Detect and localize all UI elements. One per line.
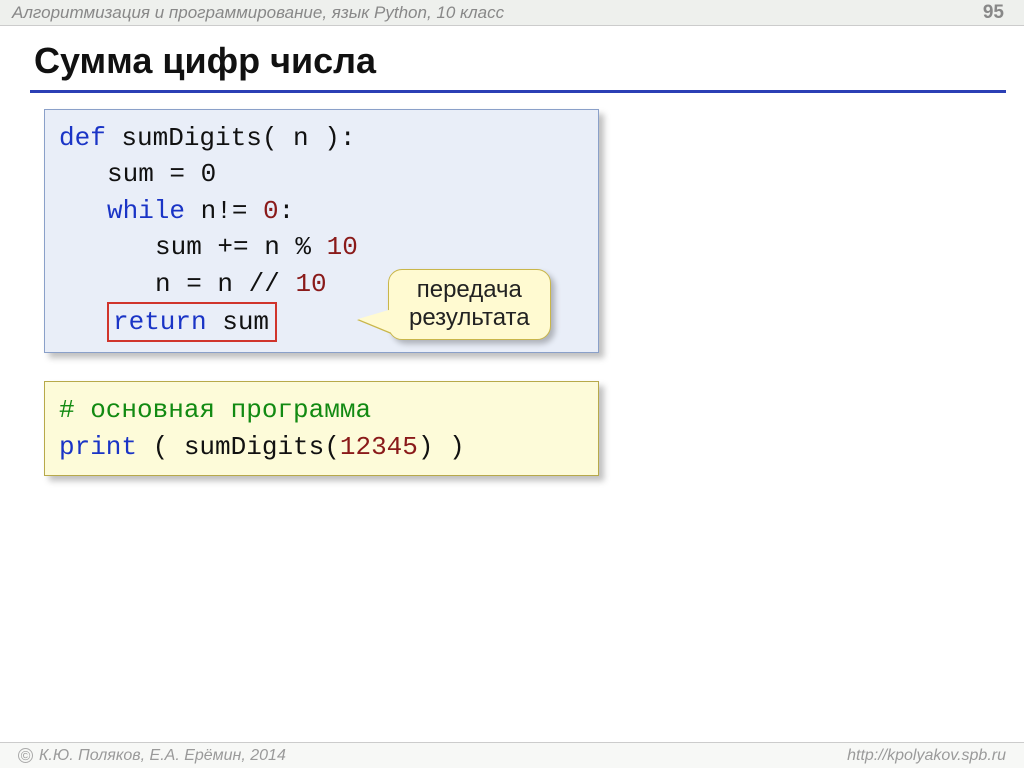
stmt-sum-add: sum += n % xyxy=(155,232,327,262)
code-line-3: while n!= 0: xyxy=(59,193,580,229)
literal-zero: 0 xyxy=(263,196,279,226)
copyright-icon: © xyxy=(18,748,33,763)
keyword-while: while xyxy=(107,196,185,226)
callout-line-1: передача xyxy=(409,276,530,304)
func-signature: sumDigits( n ): xyxy=(106,123,356,153)
code-panel-main: # основная программа print ( sumDigits(1… xyxy=(44,381,599,476)
print-line: print ( sumDigits(12345) ) xyxy=(59,429,584,465)
code-line-4: sum += n % 10 xyxy=(59,229,580,265)
code-line-1: def sumDigits( n ): xyxy=(59,120,580,156)
outer-close: ) xyxy=(433,432,464,462)
while-cond: n!= xyxy=(185,196,263,226)
comment-line: # основная программа xyxy=(59,392,584,428)
keyword-return: return xyxy=(113,307,207,337)
code-line-2: sum = 0 xyxy=(59,156,580,192)
func-call: sumDigits( xyxy=(184,432,340,462)
paren-open: ( xyxy=(137,432,184,462)
course-title: Алгоритмизация и программирование, язык … xyxy=(12,3,504,23)
colon: : xyxy=(279,196,295,226)
literal-ten-2: 10 xyxy=(295,269,326,299)
literal-ten-1: 10 xyxy=(327,232,358,262)
footer-left: © К.Ю. Поляков, Е.А. Ерёмин, 2014 xyxy=(18,747,286,765)
slide-title: Сумма цифр числа xyxy=(34,40,1024,82)
inner-close: ) xyxy=(418,432,434,462)
header-bar: Алгоритмизация и программирование, язык … xyxy=(0,0,1024,26)
callout-tail xyxy=(358,309,392,333)
callout-line-2: результата xyxy=(409,304,530,332)
page-number: 95 xyxy=(983,2,1012,24)
stmt-sum-init: sum = 0 xyxy=(107,159,216,189)
authors: К.Ю. Поляков, Е.А. Ерёмин, 2014 xyxy=(39,747,286,765)
footer-url: http://kpolyakov.spb.ru xyxy=(847,747,1006,765)
return-value: sum xyxy=(207,307,269,337)
keyword-print: print xyxy=(59,432,137,462)
literal-arg: 12345 xyxy=(340,432,418,462)
content-area: def sumDigits( n ): sum = 0 while n!= 0:… xyxy=(0,93,1024,476)
stmt-n-div: n = n // xyxy=(155,269,295,299)
callout-bubble: передача результата xyxy=(388,269,551,340)
footer-bar: © К.Ю. Поляков, Е.А. Ерёмин, 2014 http:/… xyxy=(0,742,1024,768)
keyword-def: def xyxy=(59,123,106,153)
return-highlight-box: return sum xyxy=(107,302,277,342)
